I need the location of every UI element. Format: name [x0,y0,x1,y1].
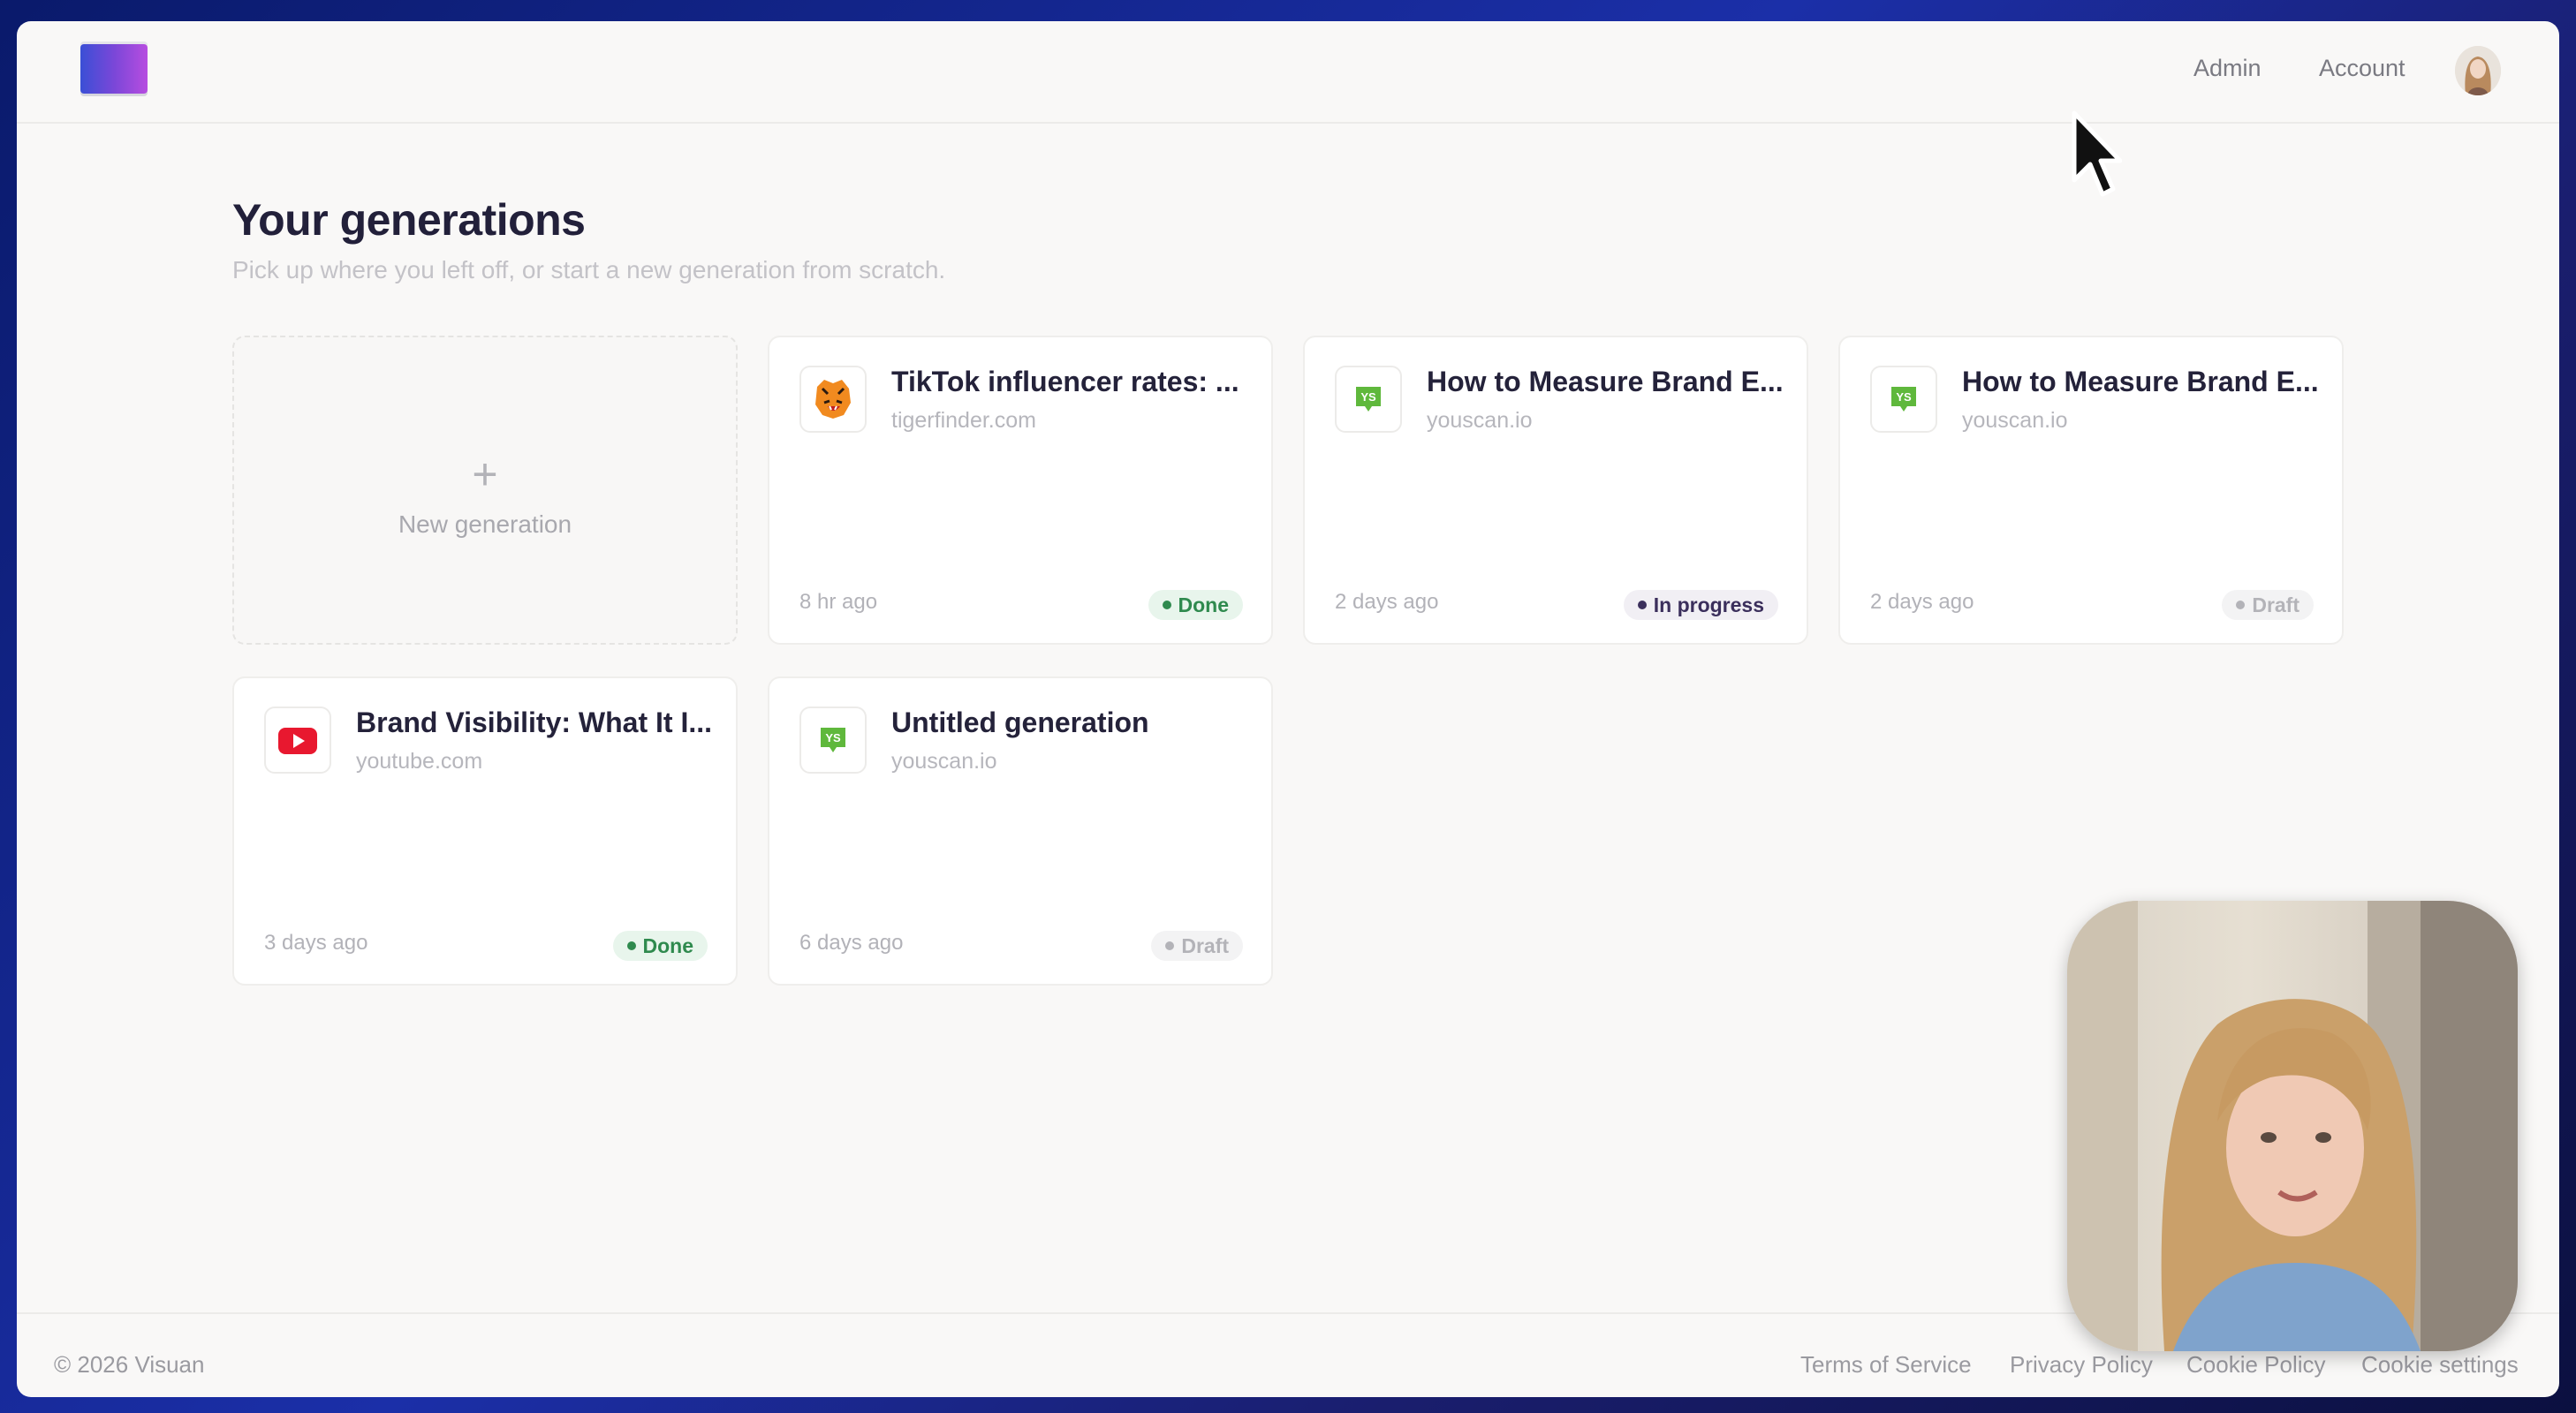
account-link[interactable]: Account [2319,55,2406,82]
page-subtitle: Pick up where you left off, or start a n… [232,256,946,283]
card-domain: tigerfinder.com [891,408,1036,433]
generation-card[interactable]: TikTok influencer rates: ... tigerfinder… [768,336,1273,645]
card-title: TikTok influencer rates: ... [891,366,1239,397]
card-domain: youtube.com [356,749,483,774]
status-badge: Done [612,931,708,961]
card-timestamp: 3 days ago [264,931,368,955]
card-timestamp: 8 hr ago [799,590,878,614]
card-title: How to Measure Brand E... [1962,366,2319,397]
card-timestamp: 2 days ago [1335,590,1439,614]
svg-text:YS: YS [1896,390,1912,404]
youscan-icon: YS [1335,366,1402,433]
generation-card[interactable]: YS How to Measure Brand E... youscan.io … [1838,336,2344,645]
card-domain: youscan.io [1427,408,1533,433]
card-title: Untitled generation [891,706,1149,738]
card-title: How to Measure Brand E... [1427,366,1784,397]
mouse-cursor-icon [2072,110,2122,197]
youscan-icon: YS [1870,366,1937,433]
generation-card[interactable]: Brand Visibility: What It I... youtube.c… [232,676,738,986]
youtube-icon [264,706,331,774]
tiger-icon [799,366,867,433]
status-badge: Draft [1151,931,1243,961]
terms-link[interactable]: Terms of Service [1800,1351,1972,1379]
admin-link[interactable]: Admin [2193,55,2262,82]
presenter-image [2067,901,2518,1351]
svg-text:YS: YS [825,731,841,744]
card-title: Brand Visibility: What It I... [356,706,712,738]
copyright: © 2026 Visuan [54,1351,205,1378]
card-timestamp: 6 days ago [799,931,904,955]
cookie-settings-link[interactable]: Cookie settings [2361,1351,2519,1379]
card-timestamp: 2 days ago [1870,590,1974,614]
page-title: Your generations [232,195,586,245]
status-badge: In progress [1623,590,1778,620]
new-generation-card[interactable]: + New generation [232,336,738,645]
user-avatar[interactable] [2455,46,2501,95]
generation-card[interactable]: YS How to Measure Brand E... youscan.io … [1303,336,1808,645]
svg-text:YS: YS [1360,390,1376,404]
app-logo[interactable] [80,44,148,94]
plus-icon: + [472,450,498,499]
generation-card[interactable]: YS Untitled generation youscan.io 6 days… [768,676,1273,986]
webcam-overlay [2067,901,2518,1351]
youscan-icon: YS [799,706,867,774]
card-domain: youscan.io [1962,408,2068,433]
top-bar: Admin Account [17,21,2559,124]
status-badge: Draft [2222,590,2314,620]
privacy-link[interactable]: Privacy Policy [2010,1351,2153,1379]
card-domain: youscan.io [891,749,997,774]
new-generation-label: New generation [398,510,572,538]
status-badge: Done [1148,590,1243,620]
cookie-policy-link[interactable]: Cookie Policy [2186,1351,2326,1379]
